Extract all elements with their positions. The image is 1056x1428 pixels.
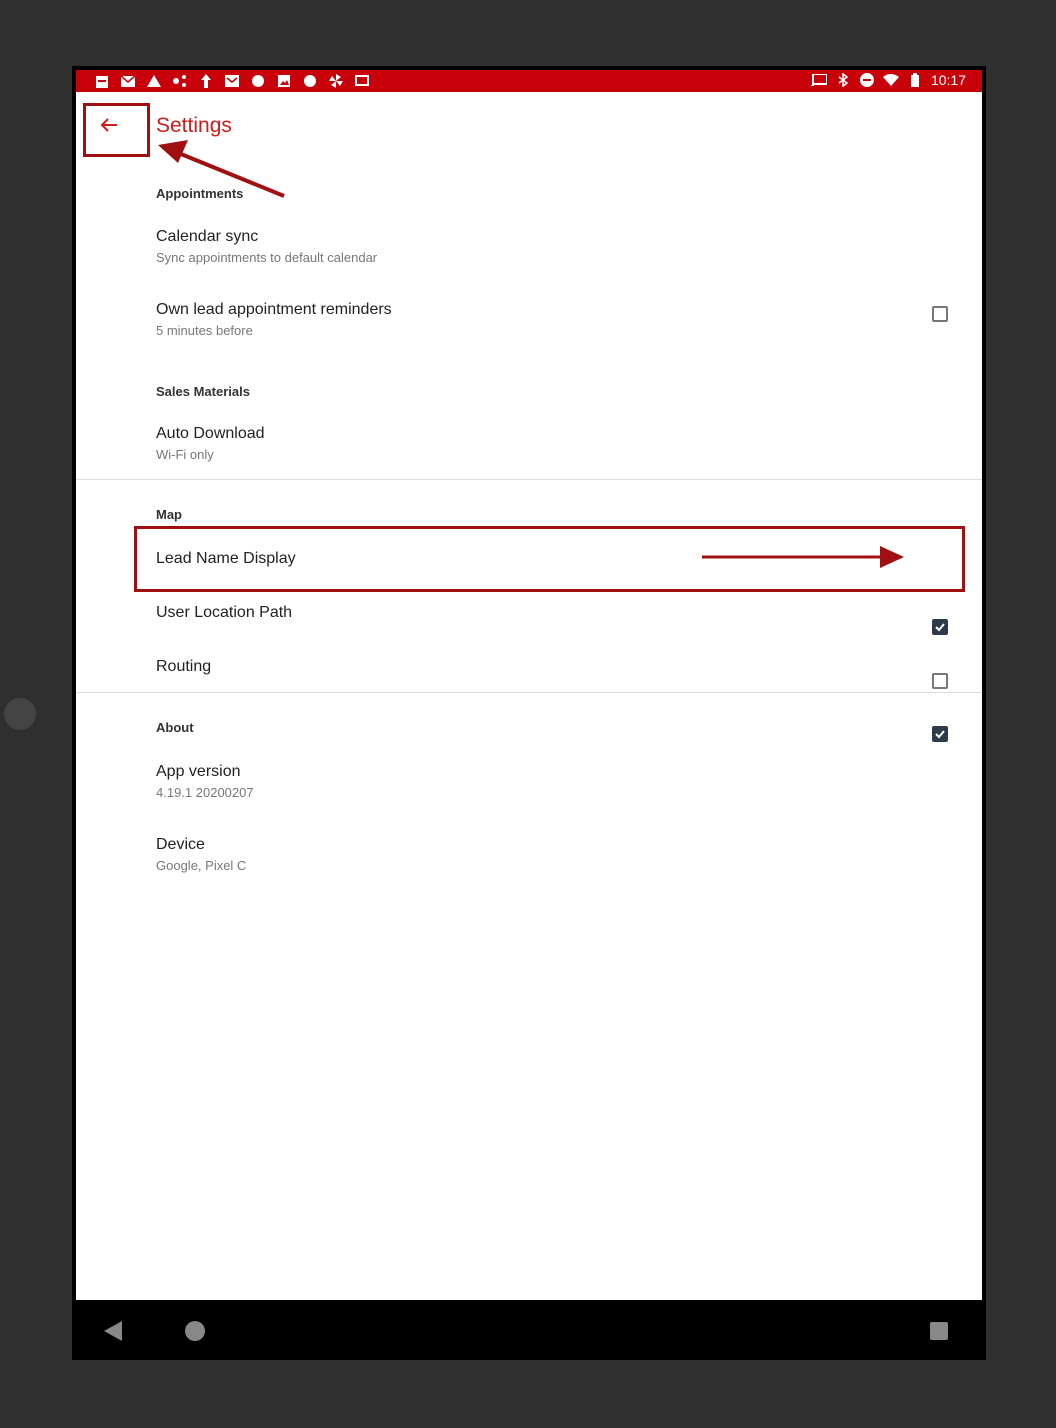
nav-home-button[interactable] [184,1320,206,1342]
tablet-device: 10:17 Settings Appointments Calendar syn… [72,66,986,1360]
annotation-arrows [158,140,904,568]
triangle-back-icon [104,1321,122,1341]
screen: 10:17 Settings Appointments Calendar syn… [76,70,982,1300]
square-recents-icon [930,1322,948,1340]
circle-home-icon [185,1321,205,1341]
arrowhead-icon [880,546,904,568]
side-handle-icon[interactable] [4,698,36,730]
navigation-bar [72,1302,986,1360]
nav-recents-button[interactable] [928,1320,950,1342]
annotation-arrow-back [175,150,285,198]
nav-back-button[interactable] [102,1320,124,1342]
arrowhead-icon [158,140,188,163]
